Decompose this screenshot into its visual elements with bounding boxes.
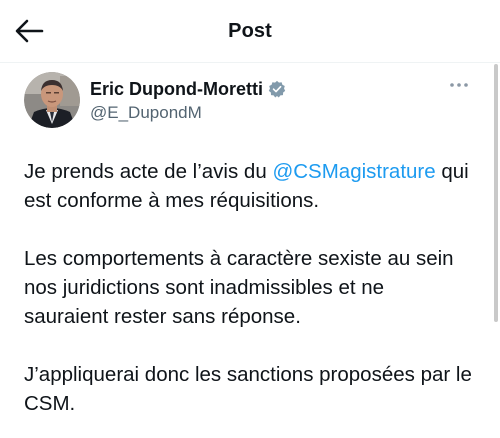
author-handle[interactable]: @E_DupondM	[90, 103, 286, 123]
post-paragraph: J’appliquerai donc les sanctions proposé…	[24, 363, 472, 415]
scrollbar[interactable]	[494, 64, 498, 322]
avatar-image	[24, 72, 80, 128]
avatar[interactable]	[24, 72, 80, 128]
post-text-segment: Je prends acte de l’avis du	[24, 160, 273, 183]
post-text: Je prends acte de l’avis du @CSMagistrat…	[24, 157, 474, 418]
page-title: Post	[228, 20, 272, 42]
mention-link[interactable]: @CSMagistrature	[272, 160, 435, 183]
post-author: Eric Dupond-Moretti @E_DupondM	[24, 72, 484, 132]
more-options-button[interactable]	[446, 76, 472, 94]
post-paragraph: Les comportements à caractère sexiste au…	[24, 247, 454, 328]
post-paragraph: Je prends acte de l’avis du @CSMagistrat…	[24, 157, 474, 215]
top-bar: Post	[0, 0, 500, 62]
more-horizontal-icon	[450, 83, 468, 87]
header-divider	[0, 62, 500, 63]
author-names[interactable]: Eric Dupond-Moretti @E_DupondM	[90, 78, 286, 123]
author-display-name[interactable]: Eric Dupond-Moretti	[90, 79, 263, 100]
verified-badge-icon	[268, 80, 286, 98]
